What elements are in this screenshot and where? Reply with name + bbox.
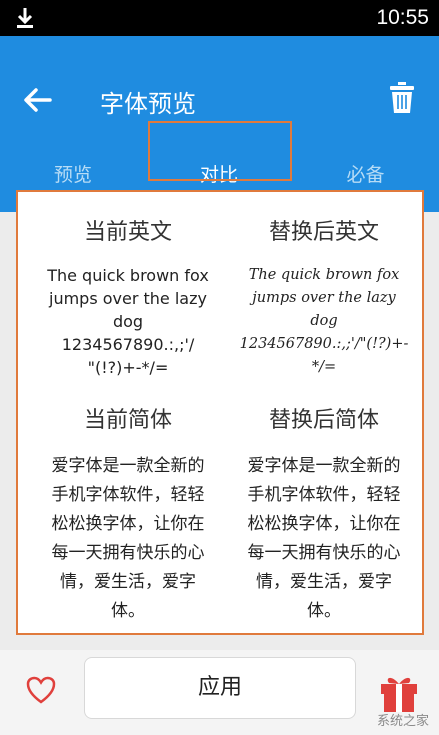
sample-line: 每一天拥有快乐的心 [247, 543, 401, 563]
current-chinese-sample: 爱字体是一款全新的 手机字体软件，轻轻 松松换字体，让你在 每一天拥有快乐的心 … [26, 452, 230, 626]
page-title: 字体预览 [100, 90, 196, 118]
sample-line: The quick brown fox [47, 266, 209, 285]
sample-line: jumps over the lazy [252, 290, 396, 306]
sample-line: 爱字体是一款全新的 [247, 456, 401, 476]
sample-line: 手机字体软件，轻轻 [247, 485, 401, 505]
replaced-chinese-sample: 爱字体是一款全新的 手机字体软件，轻轻 松松换字体，让你在 每一天拥有快乐的心 … [222, 452, 426, 626]
sample-line: 体。 [111, 601, 145, 621]
watermark: 系统之家 [376, 714, 429, 729]
status-time: 10:55 [376, 6, 429, 29]
trash-icon[interactable] [389, 82, 415, 114]
current-english-heading: 当前英文 [83, 220, 172, 245]
sample-line: */= [311, 359, 337, 375]
sample-line: 爱字体是一款全新的 [51, 456, 205, 476]
replaced-english-heading: 替换后英文 [268, 220, 379, 245]
sample-line: dog [310, 313, 338, 329]
current-chinese-heading: 当前简体 [83, 408, 172, 433]
gift-icon[interactable] [379, 670, 419, 714]
apply-button[interactable]: 应用 [84, 657, 356, 719]
comparison-panel: 当前英文 The quick brown fox jumps over the … [16, 190, 424, 635]
sample-line: 情，爱生活，爱字 [60, 572, 196, 592]
tab-highlight-box [148, 121, 292, 181]
back-arrow-icon[interactable] [22, 86, 54, 114]
sample-line: jumps over the lazy [49, 289, 207, 308]
current-english-sample: The quick brown fox jumps over the lazy … [26, 264, 230, 379]
heart-icon[interactable] [26, 676, 56, 704]
sample-line: 情，爱生活，爱字 [256, 572, 392, 592]
status-bar: 10:55 [0, 0, 439, 36]
sample-line: "(!?)+-*/= [87, 358, 169, 377]
download-icon [17, 8, 33, 28]
current-english-section: 当前英文 The quick brown fox jumps over the … [26, 214, 230, 379]
current-chinese-section: 当前简体 爱字体是一款全新的 手机字体软件，轻轻 松松换字体，让你在 每一天拥有… [26, 402, 230, 626]
sample-line: dog [112, 312, 144, 331]
sample-line: 1234567890.:,;'/"(!?)+- [239, 336, 409, 352]
sample-line: 1234567890.:,;'/ [61, 335, 195, 354]
replaced-chinese-heading: 替换后简体 [268, 408, 379, 433]
sample-line: The quick brown fox [248, 267, 400, 283]
replaced-chinese-section: 替换后简体 爱字体是一款全新的 手机字体软件，轻轻 松松换字体，让你在 每一天拥… [222, 402, 426, 626]
replaced-english-sample: The quick brown fox jumps over the lazy … [222, 264, 426, 379]
sample-line: 每一天拥有快乐的心 [51, 543, 205, 563]
bottom-bar: 应用 系统之家 [0, 650, 439, 735]
sample-line: 体。 [307, 601, 341, 621]
sample-line: 手机字体软件，轻轻 [51, 485, 205, 505]
sample-line: 松松换字体，让你在 [247, 514, 401, 534]
sample-line: 松松换字体，让你在 [51, 514, 205, 534]
replaced-english-section: 替换后英文 The quick brown fox jumps over the… [222, 214, 426, 379]
